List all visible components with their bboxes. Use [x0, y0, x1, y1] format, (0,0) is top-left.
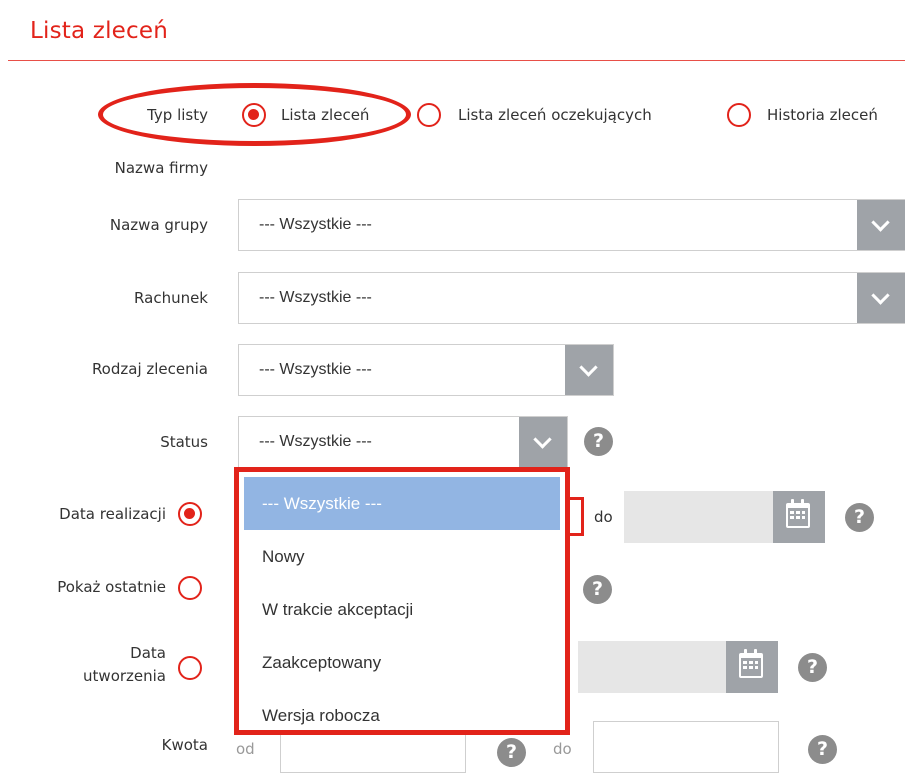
- status-option-approved[interactable]: Zaakceptowany: [244, 636, 560, 689]
- status-select-toggle[interactable]: [519, 417, 567, 467]
- account-select-toggle[interactable]: [857, 273, 905, 323]
- amount-to-label: do: [553, 740, 572, 758]
- calendar-icon: [786, 499, 810, 528]
- radio-orders-history-label[interactable]: Historia zleceń: [767, 106, 878, 124]
- status-label: Status: [160, 433, 208, 451]
- group-label: Nazwa grupy: [109, 216, 208, 234]
- chevron-down-icon: [533, 430, 552, 449]
- execution-date-to-input[interactable]: [624, 491, 774, 543]
- execution-date-to-label: do: [594, 508, 613, 526]
- order-type-select-toggle[interactable]: [565, 345, 613, 395]
- status-option-all[interactable]: --- Wszystkie ---: [244, 477, 560, 530]
- status-help-icon[interactable]: ?: [584, 427, 613, 456]
- radio-orders-history[interactable]: [727, 103, 751, 127]
- show-last-label: Pokaż ostatnie: [57, 578, 166, 596]
- order-type-select-value: --- Wszystkie ---: [259, 361, 372, 378]
- status-option-in-approval[interactable]: W trakcie akceptacji: [244, 583, 560, 636]
- group-select-toggle[interactable]: [857, 200, 905, 250]
- status-dropdown-list: --- Wszystkie --- Nowy W trakcie akcepta…: [234, 467, 570, 735]
- chevron-down-icon: [871, 213, 890, 232]
- page-title: Lista zleceń: [30, 18, 168, 44]
- created-date-to-input[interactable]: [578, 641, 728, 693]
- radio-pending-orders-label[interactable]: Lista zleceń oczekujących: [458, 106, 652, 124]
- annotation-ellipse: [98, 83, 411, 146]
- created-date-calendar-button[interactable]: [726, 641, 778, 693]
- chevron-down-icon: [579, 358, 598, 377]
- amount-label: Kwota: [161, 736, 208, 754]
- amount-to-input[interactable]: [593, 721, 779, 773]
- amount-help-icon[interactable]: ?: [808, 735, 837, 764]
- account-label: Rachunek: [134, 289, 208, 307]
- status-select-value: --- Wszystkie ---: [259, 433, 372, 450]
- account-select-value: --- Wszystkie ---: [259, 289, 372, 306]
- created-date-label-line1: Data: [130, 644, 166, 662]
- group-select-value: --- Wszystkie ---: [259, 216, 372, 233]
- calendar-icon: [739, 649, 763, 678]
- account-select[interactable]: --- Wszystkie ---: [238, 272, 905, 324]
- created-date-help-icon[interactable]: ?: [798, 653, 827, 682]
- company-label: Nazwa firmy: [114, 159, 208, 177]
- execution-date-label: Data realizacji: [59, 505, 166, 523]
- status-option-new[interactable]: Nowy: [244, 530, 560, 583]
- order-type-label: Rodzaj zlecenia: [91, 360, 208, 378]
- title-divider: [8, 60, 905, 61]
- annotation-fragment: [570, 497, 584, 536]
- show-last-radio[interactable]: [178, 576, 202, 600]
- created-date-label-line2: utworzenia: [83, 667, 166, 685]
- execution-date-calendar-button[interactable]: [773, 491, 825, 543]
- chevron-down-icon: [871, 286, 890, 305]
- created-date-radio[interactable]: [178, 656, 202, 680]
- order-type-select[interactable]: --- Wszystkie ---: [238, 344, 614, 396]
- radio-pending-orders[interactable]: [417, 103, 441, 127]
- status-select[interactable]: --- Wszystkie ---: [238, 416, 568, 468]
- amount-help-icon-middle[interactable]: ?: [497, 738, 526, 767]
- show-last-help-icon[interactable]: ?: [583, 575, 612, 604]
- group-select[interactable]: --- Wszystkie ---: [238, 199, 905, 251]
- execution-date-radio[interactable]: [178, 502, 202, 526]
- execution-date-help-icon[interactable]: ?: [845, 503, 874, 532]
- status-option-draft[interactable]: Wersja robocza: [244, 689, 560, 742]
- amount-from-label: od: [236, 740, 255, 758]
